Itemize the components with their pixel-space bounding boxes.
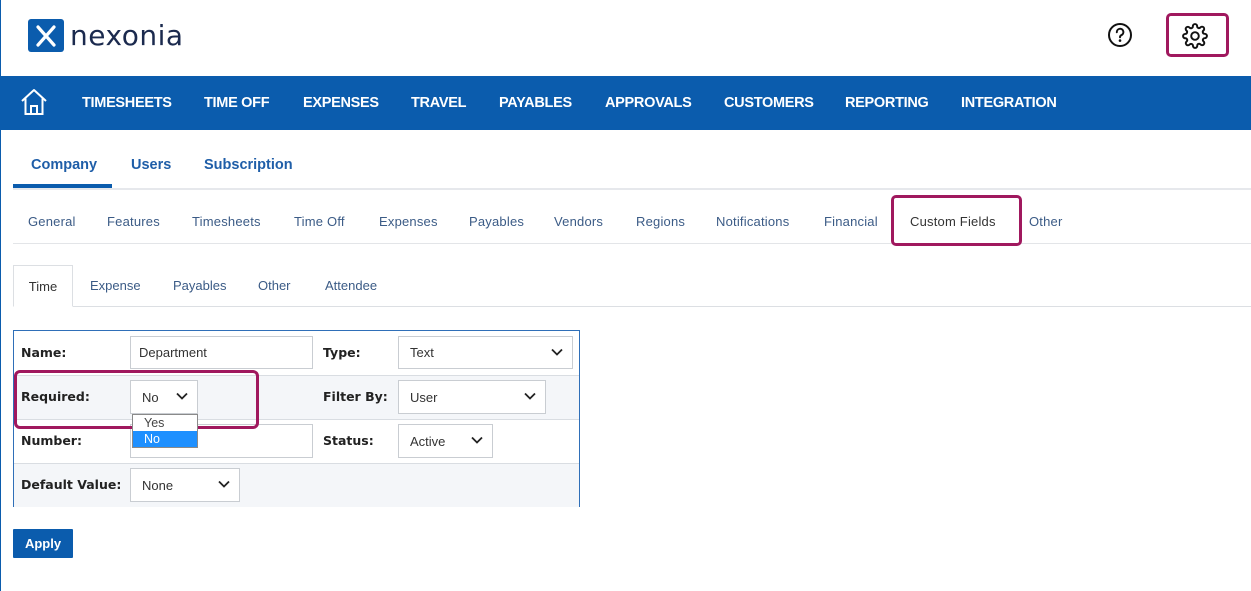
filter-by-select[interactable]: User bbox=[398, 380, 546, 414]
tab-features[interactable]: Features bbox=[107, 214, 160, 229]
type-select-value: Text bbox=[410, 345, 434, 360]
nav-time-off[interactable]: TIME OFF bbox=[204, 95, 270, 111]
tab-financial[interactable]: Financial bbox=[824, 214, 878, 229]
tab-company[interactable]: Company bbox=[31, 157, 97, 173]
tab-notifications[interactable]: Notifications bbox=[716, 214, 789, 229]
status-select[interactable]: Active bbox=[398, 424, 493, 458]
nexonia-logo[interactable]: nexonia bbox=[28, 19, 184, 52]
default-value-select[interactable]: None bbox=[130, 468, 240, 502]
default-value-label: Default Value: bbox=[21, 477, 122, 492]
chevron-down-icon bbox=[524, 392, 536, 400]
custom-fields-highlight bbox=[891, 195, 1022, 246]
nav-approvals[interactable]: APPROVALS bbox=[605, 95, 692, 111]
name-input-value: Department bbox=[139, 345, 207, 360]
required-option-yes[interactable]: Yes bbox=[133, 415, 197, 431]
app-header: nexonia bbox=[1, 0, 1251, 76]
tab-time[interactable]: Time bbox=[13, 265, 73, 307]
chevron-down-icon bbox=[551, 348, 563, 356]
tab-expenses[interactable]: Expenses bbox=[379, 214, 438, 229]
tab-timesheets[interactable]: Timesheets bbox=[192, 214, 261, 229]
name-input[interactable]: Department bbox=[130, 336, 313, 369]
tab-expense[interactable]: Expense bbox=[90, 278, 141, 293]
tab-general[interactable]: General bbox=[28, 214, 76, 229]
custom-field-tabs: Time Expense Payables Other Attendee bbox=[13, 265, 1251, 307]
logo-text: nexonia bbox=[70, 19, 184, 52]
question-circle-icon[interactable] bbox=[1107, 22, 1133, 48]
home-icon[interactable] bbox=[19, 87, 49, 117]
status-select-value: Active bbox=[410, 433, 446, 449]
type-select[interactable]: Text bbox=[398, 336, 573, 369]
required-dropdown-list: Yes No bbox=[132, 414, 198, 448]
tab-vendors[interactable]: Vendors bbox=[554, 214, 603, 229]
required-option-no[interactable]: No bbox=[133, 431, 197, 447]
nav-payables[interactable]: PAYABLES bbox=[499, 95, 572, 111]
tab-users[interactable]: Users bbox=[131, 157, 171, 173]
filter-by-label: Filter By: bbox=[323, 389, 388, 404]
company-tabs: General Features Timesheets Time Off Exp… bbox=[13, 195, 1251, 246]
tab-attendee[interactable]: Attendee bbox=[325, 278, 377, 293]
active-tab-indicator bbox=[13, 184, 112, 188]
number-label: Number: bbox=[21, 433, 82, 448]
logo-x-icon bbox=[28, 19, 64, 52]
type-label: Type: bbox=[323, 345, 361, 360]
tab-regions[interactable]: Regions bbox=[636, 214, 685, 229]
nav-expenses[interactable]: EXPENSES bbox=[303, 95, 379, 111]
nav-customers[interactable]: CUSTOMERS bbox=[724, 95, 814, 111]
nav-timesheets[interactable]: TIMESHEETS bbox=[82, 95, 172, 111]
nav-travel[interactable]: TRAVEL bbox=[411, 95, 466, 111]
gear-icon[interactable] bbox=[1182, 23, 1208, 49]
tab-other[interactable]: Other bbox=[1029, 214, 1063, 229]
default-value-select-value: None bbox=[142, 477, 174, 493]
chevron-down-icon bbox=[471, 436, 483, 444]
chevron-down-icon bbox=[218, 480, 230, 488]
tab-time-off[interactable]: Time Off bbox=[294, 214, 345, 229]
settings-tabs: Company Users Subscription bbox=[13, 140, 1251, 190]
name-label: Name: bbox=[21, 345, 67, 360]
nav-reporting[interactable]: REPORTING bbox=[845, 95, 929, 111]
main-nav: TIMESHEETS TIME OFF EXPENSES TRAVEL PAYA… bbox=[1, 76, 1251, 130]
tab-other-fields[interactable]: Other bbox=[258, 278, 291, 293]
apply-button[interactable]: Apply bbox=[13, 529, 73, 558]
tab-subscription[interactable]: Subscription bbox=[204, 157, 293, 173]
status-label: Status: bbox=[323, 433, 374, 448]
tab-payables[interactable]: Payables bbox=[469, 214, 524, 229]
form-row-name: Name: Department Type: Text bbox=[14, 331, 579, 375]
tab-payables-fields[interactable]: Payables bbox=[173, 278, 226, 293]
filter-by-select-value: User bbox=[410, 389, 438, 405]
nav-integration[interactable]: INTEGRATION bbox=[961, 95, 1057, 111]
form-row-default: Default Value: None bbox=[14, 463, 579, 507]
